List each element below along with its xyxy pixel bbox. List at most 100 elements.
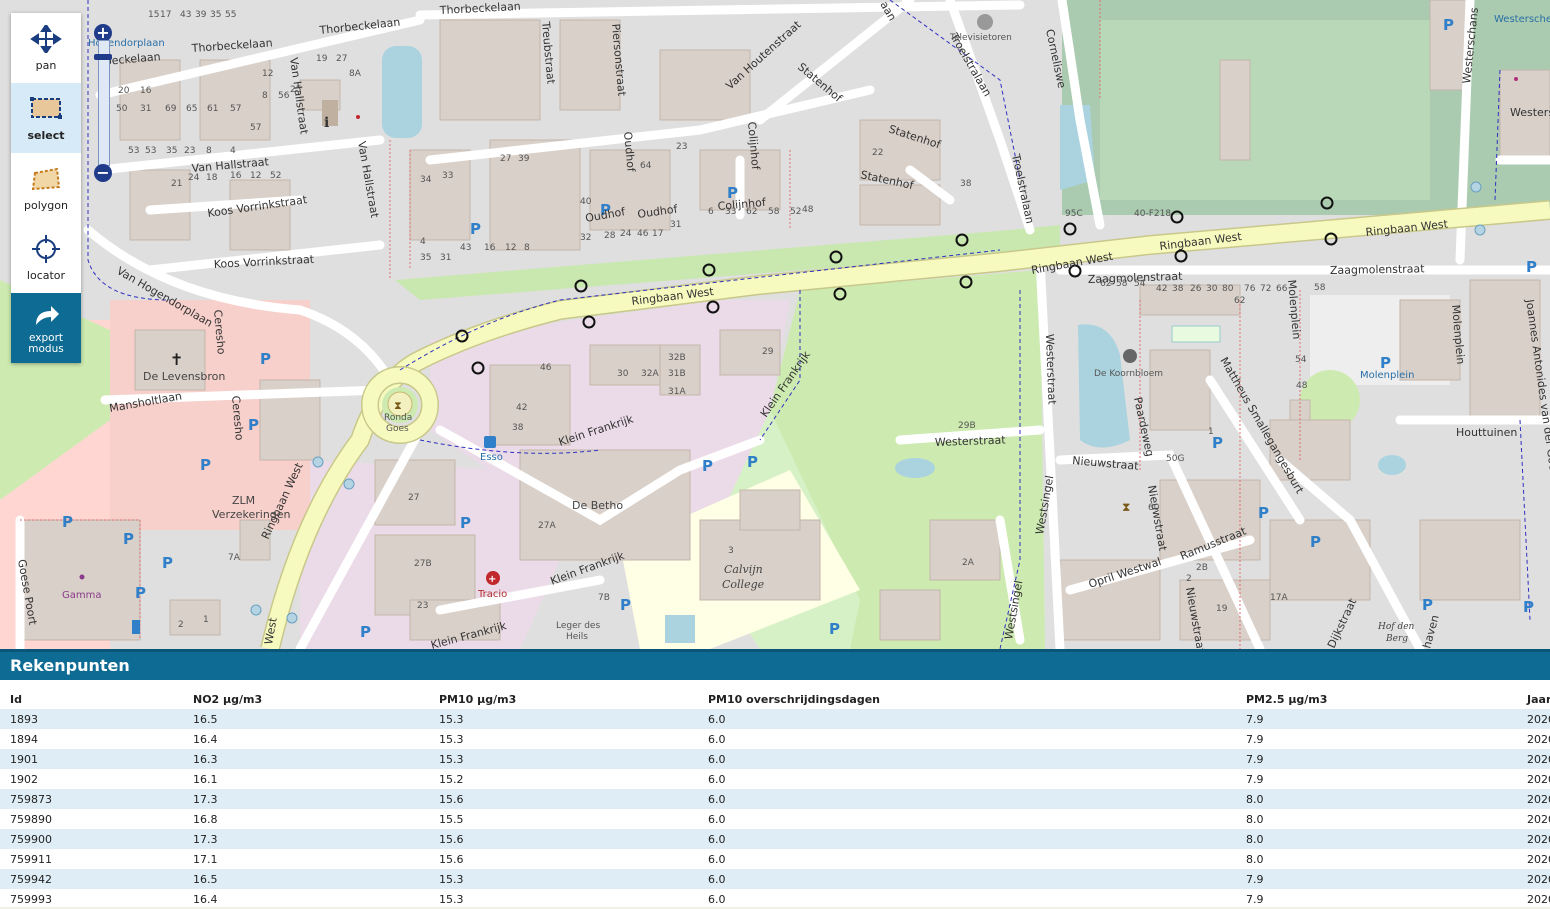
house-number: 29 [762, 347, 774, 357]
house-number: 21 [171, 179, 182, 189]
cell-pm10-days: 6.0 [708, 832, 726, 846]
locator-tool-button[interactable]: locator [11, 223, 81, 293]
house-number: 57 [230, 104, 241, 114]
house-number: 58 [1314, 283, 1326, 293]
table-row[interactable]: 1901 16.3 15.3 6.0 7.9 2020 [0, 749, 1550, 769]
polygon-tool-button[interactable]: polygon [11, 153, 81, 223]
select-tool-button[interactable]: select [11, 83, 81, 153]
table-row[interactable]: 759911 17.1 15.6 6.0 8.0 2020 [0, 849, 1550, 869]
row-select-cell[interactable] [0, 869, 10, 889]
cell-pm25: 8.0 [1246, 852, 1264, 866]
table-row[interactable]: 759900 17.3 15.6 6.0 8.0 2020 [0, 829, 1550, 849]
label-zaagmolenstraat-2: Zaagmolenstraat [1330, 262, 1426, 277]
row-select-cell[interactable] [0, 769, 10, 789]
cell-no2: 16.4 [193, 732, 218, 746]
cell-pm10: 15.2 [439, 772, 464, 786]
cell-pm25: 7.9 [1246, 772, 1264, 786]
row-select-cell[interactable] [0, 849, 10, 869]
crosshair-icon [11, 235, 81, 263]
row-select-cell[interactable] [0, 749, 10, 769]
label-westersche: Westersche [1494, 14, 1550, 25]
house-number: 46 [637, 229, 649, 239]
table-row[interactable]: 759942 16.5 15.3 6.0 7.9 2020 [0, 869, 1550, 889]
svg-text:+: + [488, 574, 496, 585]
house-number: 20 [118, 86, 130, 96]
zoom-slider-handle[interactable] [94, 54, 112, 60]
zoom-out-button[interactable]: − [94, 164, 112, 182]
house-number: 8 [206, 146, 212, 156]
house-number: 32 [580, 233, 591, 243]
cell-pm10: 15.3 [439, 872, 464, 886]
svg-text:P: P [248, 416, 259, 434]
house-number: 16 [230, 171, 242, 181]
svg-text:P: P [1422, 596, 1433, 614]
house-number: 65 [186, 104, 197, 114]
house-number: 7B [598, 593, 610, 603]
row-select-cell[interactable] [0, 729, 10, 749]
house-number: 2A [962, 558, 975, 568]
map-viewport[interactable]: PPP PPP PPP PPP PPP PPP PPP PPP i ✝ ⧗ + … [0, 0, 1550, 649]
house-number: 33 [442, 171, 453, 181]
select-rectangle-icon [11, 95, 81, 123]
polygon-icon [11, 165, 81, 193]
house-number: 42 [516, 403, 527, 413]
row-select-cell[interactable] [0, 889, 10, 909]
house-number: 40 [580, 197, 592, 207]
house-number: 2 [178, 620, 184, 630]
cell-pm10-days: 6.0 [708, 792, 726, 806]
house-number: 53 [128, 146, 139, 156]
house-number: 23 [676, 142, 687, 152]
row-select-cell[interactable] [0, 829, 10, 849]
export-modus-button[interactable]: export modus [11, 293, 81, 363]
house-number: 28 [604, 231, 616, 241]
cell-pm25: 8.0 [1246, 812, 1264, 826]
table-body: 1893 16.5 15.3 6.0 7.9 2020 1894 16.4 15.3 6.0 7.9… [0, 709, 1550, 909]
house-number: 62 [1234, 296, 1245, 306]
table-header-year[interactable]: Jaar [1527, 689, 1550, 709]
table-header-pm10[interactable]: PM10 µg/m3 [439, 689, 708, 709]
cell-pm10: 15.6 [439, 832, 464, 846]
table-header-pm25[interactable]: PM2.5 µg/m3 [1246, 689, 1527, 709]
table-row[interactable]: 759890 16.8 15.5 6.0 8.0 2020 [0, 809, 1550, 829]
cell-pm10: 15.6 [439, 792, 464, 806]
table-header-pm10-days[interactable]: PM10 overschrijdingsdagen [708, 689, 1246, 709]
cell-id: 1894 [10, 732, 38, 746]
house-number: 19 [316, 54, 328, 64]
house-number: 27 [408, 493, 419, 503]
house-number: 27 [500, 154, 511, 164]
cell-pm10-days: 6.0 [708, 712, 726, 726]
cell-pm10: 15.3 [439, 752, 464, 766]
map-canvas[interactable]: PPP PPP PPP P PP PPP PPP PPP PPP i ✝ ⧗ + … [0, 0, 1550, 649]
house-number: 27B [414, 559, 432, 569]
svg-text:⧗: ⧗ [1122, 500, 1130, 514]
house-number: 29B [958, 421, 976, 431]
house-number: 38 [512, 423, 524, 433]
house-number: 6 [708, 207, 714, 217]
table-row[interactable]: 1894 16.4 15.3 6.0 7.9 2020 [0, 729, 1550, 749]
house-number: 64 [640, 161, 652, 171]
cell-id: 759911 [10, 852, 52, 866]
house-number: 23 [417, 601, 428, 611]
house-number: 8A [349, 69, 362, 79]
table-row[interactable]: 759993 16.4 15.3 6.0 7.9 2020 [0, 889, 1550, 909]
svg-text:P: P [260, 350, 271, 368]
table-row[interactable]: 1902 16.1 15.2 6.0 7.9 2020 [0, 769, 1550, 789]
table-row[interactable]: 759873 17.3 15.6 6.0 8.0 2020 [0, 789, 1550, 809]
house-number: 8 [524, 243, 530, 253]
house-number: 57 [250, 123, 261, 133]
house-number: 66 [1276, 284, 1288, 294]
pan-tool-button[interactable]: pan [11, 13, 81, 83]
cell-no2: 17.1 [193, 852, 218, 866]
row-select-cell[interactable] [0, 809, 10, 829]
cell-year: 2020 [1527, 812, 1550, 826]
row-select-cell[interactable] [0, 709, 10, 729]
table-header-id[interactable]: Id [10, 689, 193, 709]
table-row[interactable]: 1893 16.5 15.3 6.0 7.9 2020 [0, 709, 1550, 729]
house-number: 55 [225, 10, 236, 20]
table-header-no2[interactable]: NO2 µg/m3 [193, 689, 439, 709]
row-select-cell[interactable] [0, 789, 10, 809]
house-number: 25 [290, 85, 301, 95]
label-calvijn-1: Calvijn [724, 563, 763, 576]
cell-pm25: 8.0 [1246, 832, 1264, 846]
cell-no2: 16.4 [193, 892, 218, 906]
